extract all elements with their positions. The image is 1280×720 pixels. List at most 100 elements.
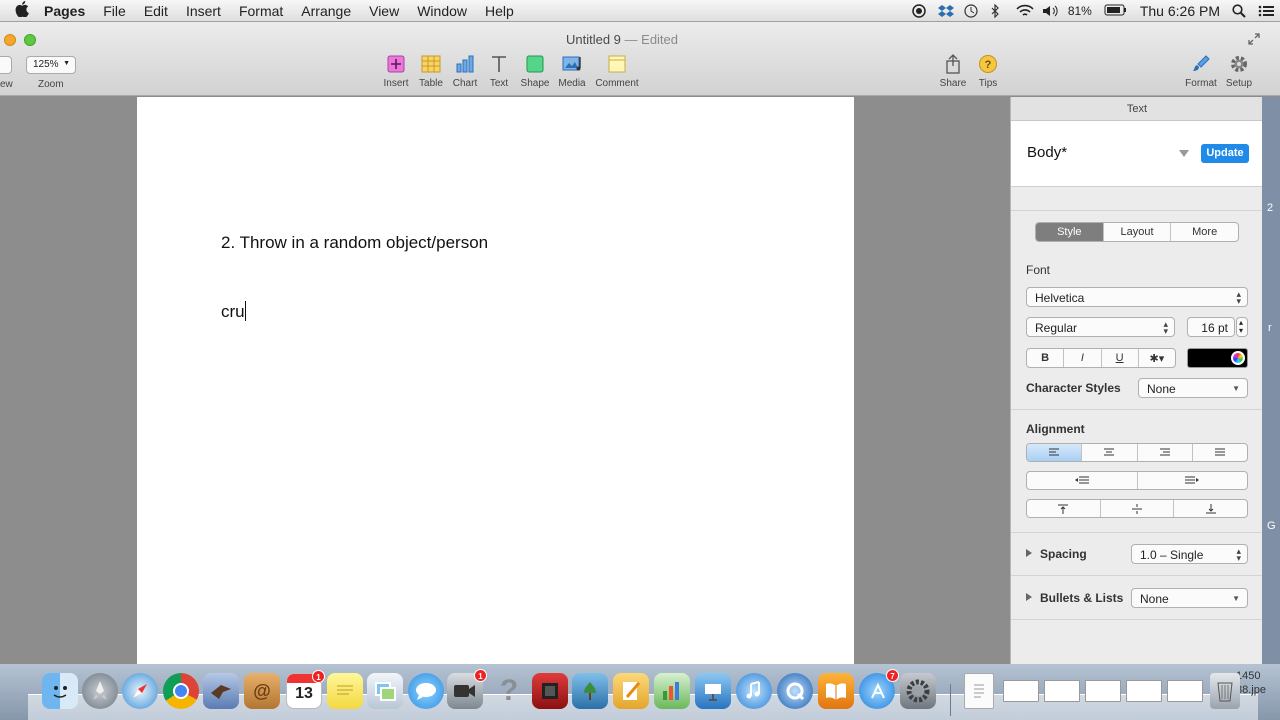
quicktime-icon[interactable] — [777, 673, 813, 709]
zoom-select[interactable]: 125% ▼ — [26, 56, 76, 74]
document-text-line-editing[interactable]: cru — [221, 301, 246, 322]
safari-icon[interactable] — [122, 673, 158, 709]
bullets-lists-label[interactable]: Bullets & Lists — [1040, 591, 1123, 605]
finder-icon[interactable] — [42, 673, 78, 709]
document-text-line[interactable]: 2. Throw in a random object/person — [221, 233, 488, 253]
menu-edit[interactable]: Edit — [144, 3, 168, 19]
menu-format[interactable]: Format — [239, 3, 283, 19]
align-justify-button[interactable] — [1193, 444, 1247, 461]
align-left-button[interactable] — [1027, 444, 1083, 461]
tab-layout[interactable]: Layout — [1104, 223, 1172, 241]
align-right-button[interactable] — [1138, 444, 1193, 461]
menu-insert[interactable]: Insert — [186, 3, 221, 19]
align-middle-button[interactable] — [1101, 500, 1175, 517]
app-menu-pages[interactable]: Pages — [44, 3, 85, 19]
document-stack-icon[interactable] — [964, 673, 994, 709]
trash-icon[interactable] — [1210, 673, 1240, 709]
font-size-field[interactable]: 16 pt — [1187, 317, 1235, 337]
calendar-icon[interactable]: 13 1 — [286, 670, 325, 709]
text-color-well[interactable] — [1187, 348, 1248, 368]
spotlight-search-icon[interactable] — [1232, 4, 1246, 18]
iphoto-icon[interactable] — [572, 673, 608, 709]
menu-help[interactable]: Help — [485, 3, 514, 19]
bullets-value: None — [1140, 592, 1169, 606]
menu-window[interactable]: Window — [417, 3, 467, 19]
view-button[interactable] — [0, 56, 12, 74]
document-page[interactable]: 2. Throw in a random object/person cru — [137, 97, 854, 664]
align-center-button[interactable] — [1082, 444, 1138, 461]
facetime-icon[interactable]: 1 — [447, 669, 487, 709]
screenshot-file-icon[interactable] — [1085, 680, 1121, 702]
battery-percent[interactable]: 81% — [1068, 4, 1092, 18]
time-machine-icon[interactable] — [964, 4, 978, 18]
preview-icon[interactable] — [367, 673, 403, 709]
bold-button[interactable]: B — [1027, 349, 1065, 367]
align-top-button[interactable] — [1027, 500, 1101, 517]
tips-button[interactable]: ? Tips — [966, 54, 1010, 89]
increase-indent-button[interactable] — [1138, 472, 1248, 489]
menu-arrange[interactable]: Arrange — [301, 3, 351, 19]
font-size-stepper[interactable]: ▴ ▾ — [1236, 317, 1248, 337]
wifi-icon[interactable] — [1016, 4, 1034, 18]
screenshot-file-icon[interactable] — [1126, 680, 1162, 702]
battery-icon[interactable] — [1104, 4, 1128, 18]
italic-button[interactable]: I — [1064, 349, 1102, 367]
alignment-label: Alignment — [1026, 422, 1085, 436]
menubar-clock[interactable]: Thu 6:26 PM — [1140, 3, 1220, 19]
volume-icon[interactable] — [1042, 4, 1058, 18]
menu-file[interactable]: File — [103, 3, 126, 19]
numbers-icon[interactable] — [654, 673, 690, 709]
screenshot-file-icon[interactable] — [1003, 680, 1039, 702]
divider — [1011, 409, 1263, 410]
ibooks-icon[interactable] — [818, 673, 854, 709]
photo-booth-icon[interactable] — [532, 673, 568, 709]
system-preferences-icon[interactable] — [900, 673, 936, 709]
tab-more[interactable]: More — [1171, 223, 1238, 241]
paragraph-style-name[interactable]: Body* — [1027, 144, 1067, 161]
setup-button[interactable]: Setup — [1217, 54, 1261, 89]
keynote-icon[interactable] — [695, 673, 731, 709]
tab-style[interactable]: Style — [1036, 223, 1104, 241]
stickies-icon[interactable] — [327, 673, 363, 709]
vertical-alignment-buttons — [1026, 499, 1248, 518]
text-options-button[interactable]: ✱▾ — [1139, 349, 1175, 367]
menu-view[interactable]: View — [369, 3, 399, 19]
record-status-icon[interactable] — [912, 4, 926, 18]
comment-button[interactable]: Comment — [595, 54, 639, 89]
apple-menu-icon[interactable] — [0, 0, 44, 21]
color-wheel-icon[interactable] — [1231, 351, 1245, 365]
paragraph-style-dropdown-icon[interactable] — [1179, 150, 1189, 157]
fullscreen-icon[interactable] — [1248, 33, 1260, 45]
font-typeface-select[interactable]: Regular ▴ ▾ — [1026, 317, 1175, 337]
app-store-icon[interactable]: 7 — [859, 669, 899, 709]
underline-button[interactable]: U — [1102, 349, 1139, 367]
format-inspector: Text Body* Update Style Layout More Font… — [1010, 97, 1263, 664]
bluetooth-icon[interactable] — [990, 3, 1004, 19]
decrease-indent-button[interactable] — [1027, 472, 1138, 489]
chrome-icon[interactable] — [163, 673, 199, 709]
update-style-button[interactable]: Update — [1201, 144, 1249, 163]
character-styles-select[interactable]: None ▼ — [1138, 378, 1248, 398]
screenshot-file-icon[interactable] — [1044, 680, 1080, 702]
contacts-icon[interactable]: @ — [244, 673, 280, 709]
itunes-icon[interactable] — [736, 673, 772, 709]
media-button[interactable]: Media — [550, 54, 594, 89]
font-family-select[interactable]: Helvetica ▴ ▾ — [1026, 287, 1248, 307]
mail-bird-icon[interactable] — [203, 673, 239, 709]
view-label[interactable]: ew — [0, 79, 13, 90]
document-title[interactable]: Untitled 9 — [566, 32, 621, 47]
launchpad-icon[interactable] — [82, 673, 118, 709]
bullets-select[interactable]: None ▼ — [1131, 588, 1248, 608]
help-question-icon[interactable]: ? — [491, 673, 527, 709]
spacing-label[interactable]: Spacing — [1040, 547, 1087, 561]
notification-center-icon[interactable] — [1258, 4, 1274, 18]
dropbox-status-icon[interactable] — [937, 4, 954, 18]
disclosure-triangle-icon[interactable] — [1026, 549, 1032, 557]
disclosure-triangle-icon[interactable] — [1026, 593, 1032, 601]
screenshot-file-icon[interactable] — [1167, 680, 1203, 702]
messages-icon[interactable] — [408, 673, 444, 709]
desktop-fragment: 88.jpe — [1236, 684, 1266, 696]
spacing-select[interactable]: 1.0 – Single ▴ ▾ — [1131, 544, 1248, 564]
align-bottom-button[interactable] — [1174, 500, 1247, 517]
pages-icon[interactable] — [613, 673, 649, 709]
